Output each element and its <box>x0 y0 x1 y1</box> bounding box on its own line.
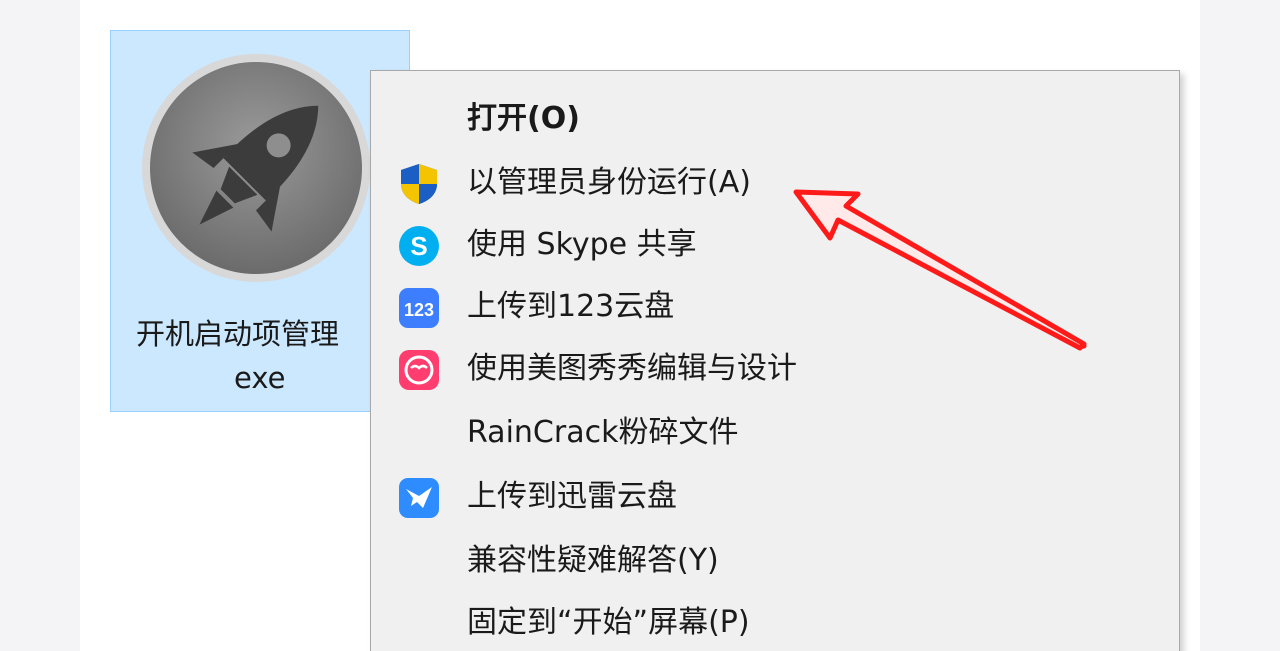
screenshot-frame: 开机启动项管理 exe 打开(O) 以管理员身份运行(A) S 使用 Skype… <box>0 0 1280 651</box>
menu-item-open[interactable]: 打开(O) <box>371 87 1179 149</box>
menu-item-label: 使用美图秀秀编辑与设计 <box>467 351 797 386</box>
menu-item-raincrack-shred[interactable]: RainCrack粉碎文件 <box>371 401 1179 463</box>
rocket-icon[interactable] <box>140 52 372 284</box>
menu-item-pin-to-start[interactable]: 固定到“开始”屏幕(P) <box>371 591 1179 651</box>
xunlei-icon <box>399 478 439 518</box>
menu-item-label: 固定到“开始”屏幕(P) <box>467 605 750 640</box>
menu-item-upload-xunlei[interactable]: 上传到迅雷云盘 <box>371 465 1179 527</box>
meitu-icon <box>399 350 439 390</box>
menu-item-label: 使用 Skype 共享 <box>467 227 697 262</box>
svg-text:S: S <box>410 231 427 261</box>
file-name-line2: exe <box>234 361 286 395</box>
skype-icon: S <box>399 226 439 266</box>
annotation-arrow <box>793 189 1087 351</box>
context-menu: 打开(O) 以管理员身份运行(A) S 使用 Skype 共享 123 上传到1… <box>370 70 1180 651</box>
svg-text:123: 123 <box>404 300 434 320</box>
uac-shield-icon <box>401 164 437 204</box>
menu-item-label: 打开(O) <box>467 101 580 136</box>
123-cloud-icon: 123 <box>399 288 439 328</box>
menu-item-label: 兼容性疑难解答(Y) <box>467 543 719 578</box>
menu-item-label: 上传到123云盘 <box>467 289 675 324</box>
menu-item-label: RainCrack粉碎文件 <box>467 415 739 450</box>
file-name-line1: 开机启动项管理 <box>136 317 340 351</box>
menu-item-label: 上传到迅雷云盘 <box>467 479 677 514</box>
menu-item-compat-troubleshoot[interactable]: 兼容性疑难解答(Y) <box>371 529 1179 591</box>
file-name-label[interactable]: 开机启动项管理 exe <box>112 312 408 400</box>
menu-item-label: 以管理员身份运行(A) <box>467 165 751 200</box>
